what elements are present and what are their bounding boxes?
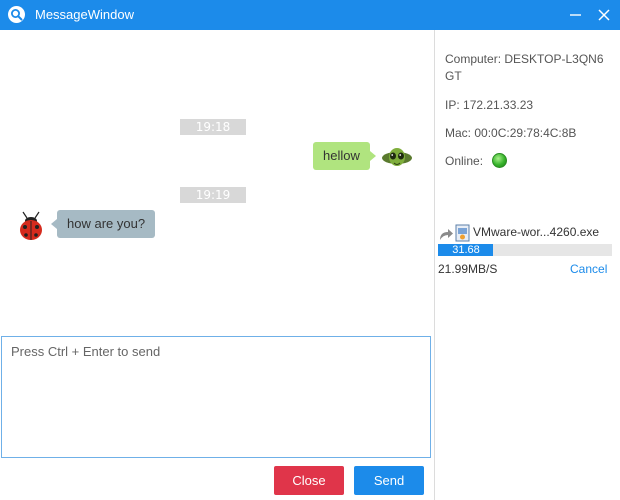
ip-info: IP: 172.21.33.23 <box>445 97 533 114</box>
chat-history[interactable]: 19:18 hellow 19:19 how are you? <box>0 30 434 335</box>
online-info: Online: <box>445 153 483 170</box>
ip-label: IP: <box>445 98 460 112</box>
outgoing-message-bubble: hellow <box>313 142 376 170</box>
send-button[interactable]: Send <box>354 466 424 495</box>
close-icon <box>598 9 610 21</box>
ip-value: 172.21.33.23 <box>463 98 534 112</box>
mac-value: 00:0C:29:78:4C:8B <box>474 126 577 140</box>
computer-info: Computer: DESKTOP-L3QN6 GT <box>445 51 604 85</box>
ladybug-avatar-icon <box>14 210 48 244</box>
computer-label: Computer: <box>445 52 502 66</box>
window-title: MessageWindow <box>35 7 134 22</box>
mac-info: Mac: 00:0C:29:78:4C:8B <box>445 125 576 142</box>
minimize-button[interactable] <box>568 7 584 23</box>
transfer-file-name: VMware-wor...4260.exe <box>473 225 600 239</box>
app-logo-icon <box>8 6 25 23</box>
close-button[interactable]: Close <box>274 466 344 495</box>
message-timestamp: 19:18 <box>180 119 246 135</box>
message-input[interactable] <box>2 337 430 457</box>
message-timestamp: 19:19 <box>180 187 246 203</box>
computer-value-part1: DESKTOP-L3QN6 <box>504 52 604 66</box>
minimize-icon <box>570 14 581 16</box>
cancel-transfer-link[interactable]: Cancel <box>570 262 607 276</box>
file-icon <box>455 224 471 242</box>
transfer-arrow-icon <box>438 226 454 242</box>
transfer-progress-bar: 31.68 <box>438 244 612 256</box>
incoming-message-bubble: how are you? <box>50 210 156 238</box>
message-input-container <box>1 336 431 458</box>
online-status-icon <box>492 153 507 168</box>
close-window-button[interactable] <box>596 7 612 23</box>
panel-divider <box>434 30 435 500</box>
transfer-progress-text: 31.68 <box>452 244 480 256</box>
computer-value-part2: GT <box>445 69 462 83</box>
online-label: Online: <box>445 154 484 168</box>
mac-label: Mac: <box>445 126 472 140</box>
title-bar: MessageWindow <box>0 0 620 30</box>
transfer-speed: 21.99MB/S <box>438 262 498 276</box>
alien-avatar-icon <box>380 141 414 175</box>
